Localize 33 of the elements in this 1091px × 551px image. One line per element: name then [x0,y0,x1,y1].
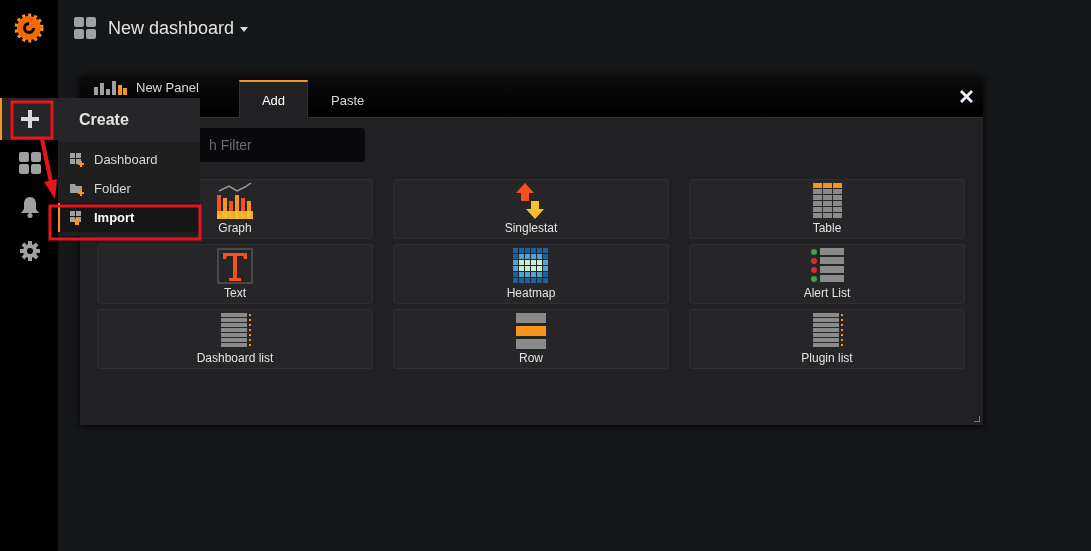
close-icon[interactable] [960,90,973,103]
panel-type-card[interactable]: Dashboard list [97,309,373,369]
dashboard-title[interactable]: New dashboard [108,17,235,39]
logo-icon[interactable] [14,13,44,43]
panel-type-card[interactable]: Text [97,244,373,304]
panel-title: New Panel [136,80,199,95]
panel-type-card[interactable]: Plugin list [689,309,965,369]
plus-icon [21,110,39,128]
panel-type-card[interactable]: Row [393,309,669,369]
menu-title: Create [58,98,200,142]
folder-plus-icon [70,181,84,196]
grid-icon [74,17,96,39]
bar-chart-icon [94,79,128,95]
import-icon [70,210,84,225]
resize-handle-icon[interactable] [974,416,980,422]
caret-icon[interactable] [240,27,249,32]
grid-plus-icon [70,152,84,167]
annotation-frame [10,100,54,140]
panel-type-card[interactable]: Table [689,179,965,239]
heatmap-icon [513,248,549,284]
grid-icon [19,152,41,174]
panel-type-card[interactable]: Singlestat [393,179,669,239]
bell-icon [20,196,40,218]
rows-icon [513,313,549,349]
tab[interactable]: Paste [308,80,388,118]
annotation-arrow [40,138,57,199]
panel-type-card[interactable]: Alert List [689,244,965,304]
panel-type-card[interactable]: Heatmap [393,244,669,304]
bar-chart-icon [217,183,253,219]
gear-icon [20,241,40,261]
letter-icon [217,248,253,284]
alert-list-icon [809,248,845,284]
tab[interactable]: Add [238,80,308,118]
